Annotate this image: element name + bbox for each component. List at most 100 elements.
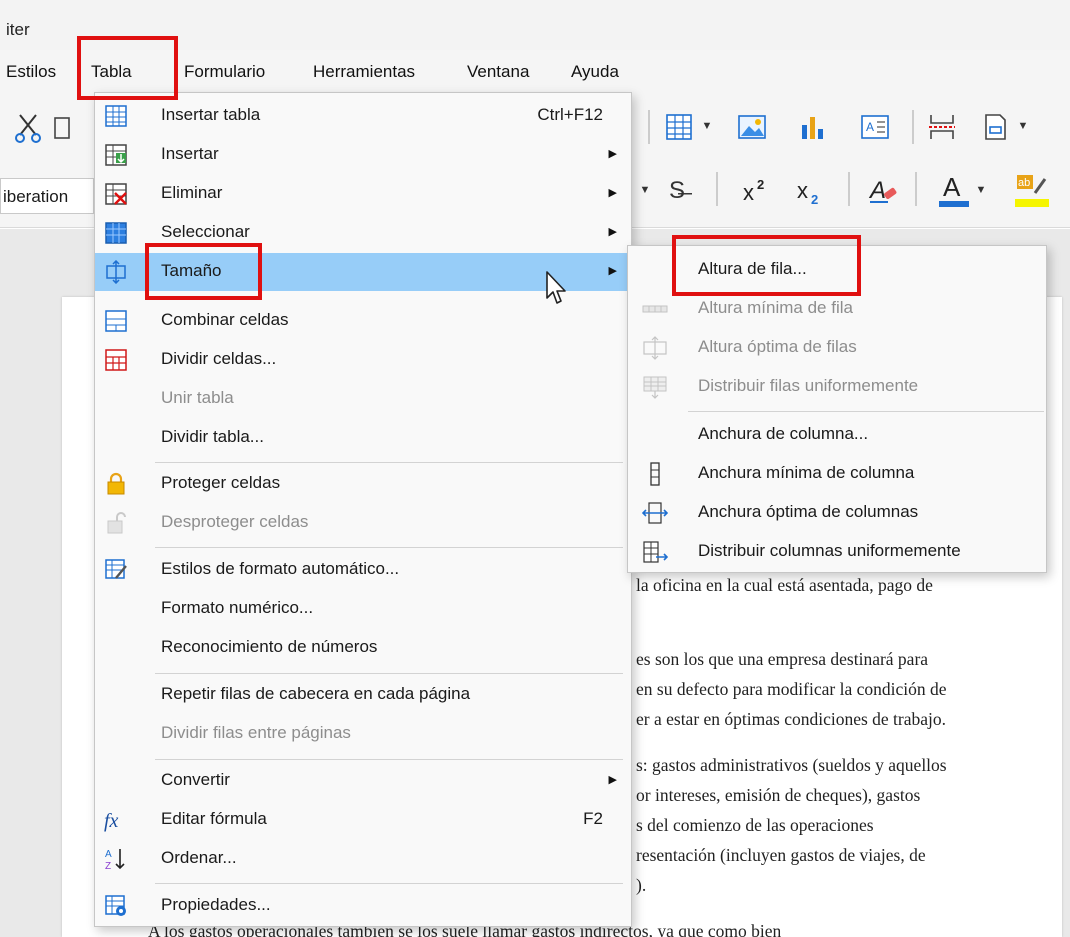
submenu-item-altura-optima-filas[interactable]: Altura óptima de filas xyxy=(628,329,1046,367)
table-properties-icon xyxy=(103,893,129,919)
title-bar: iter xyxy=(0,0,1070,50)
insert-textbox-icon[interactable]: A xyxy=(858,110,892,144)
svg-text:2: 2 xyxy=(757,177,764,192)
toolbar-separator xyxy=(716,172,718,206)
menu-item-proteger-celdas[interactable]: Proteger celdas xyxy=(95,465,631,503)
toolbar-separator xyxy=(912,110,914,144)
menu-separator xyxy=(155,673,623,674)
min-column-width-icon xyxy=(642,461,668,487)
submenu-arrow-icon: ▶ xyxy=(608,774,617,786)
lock-icon xyxy=(103,471,129,497)
insert-chart-icon[interactable] xyxy=(796,110,830,144)
menu-bar: Estilos Tabla Formulario Herramientas Ve… xyxy=(0,50,1070,98)
menu-item-seleccionar[interactable]: Seleccionar ▶ xyxy=(95,214,631,252)
chevron-down-icon[interactable]: ▼ xyxy=(1016,116,1030,136)
page-break-icon[interactable] xyxy=(925,110,959,144)
svg-text:x: x xyxy=(797,178,808,203)
menu-tabla[interactable]: Tabla xyxy=(91,62,132,82)
menu-ventana[interactable]: Ventana xyxy=(467,62,529,82)
menu-item-convertir[interactable]: Convertir ▶ xyxy=(95,762,631,800)
menu-item-editar-formula[interactable]: fx Editar fórmula F2 xyxy=(95,801,631,839)
insert-image-icon[interactable] xyxy=(735,110,769,144)
menu-item-desproteger-celdas[interactable]: Desproteger celdas xyxy=(95,504,631,542)
submenu-item-anchura-columna[interactable]: Anchura de columna... xyxy=(628,416,1046,454)
autoformat-icon xyxy=(103,557,129,583)
delete-table-icon xyxy=(103,181,129,207)
toolbar-separator xyxy=(915,172,917,206)
document-text-line: resentación (incluyen gastos de viajes, … xyxy=(636,845,926,865)
optimal-column-width-icon xyxy=(642,500,668,526)
document-text-line: or intereses, emisión de cheques), gasto… xyxy=(636,785,921,805)
svg-text:fx: fx xyxy=(104,810,119,832)
menu-separator xyxy=(688,411,1044,412)
menu-item-unir-tabla[interactable]: Unir tabla xyxy=(95,380,631,418)
subscript-icon[interactable]: x2 xyxy=(794,174,832,208)
submenu-item-altura-de-fila[interactable]: Altura de fila... xyxy=(628,251,1046,289)
menu-item-formato-numerico[interactable]: Formato numérico... xyxy=(95,590,631,628)
strikethrough-icon[interactable]: S̶ xyxy=(662,174,692,208)
menu-item-dividir-filas-paginas[interactable]: Dividir filas entre páginas xyxy=(95,715,631,753)
menu-item-repetir-filas-cabecera[interactable]: Repetir filas de cabecera en cada página xyxy=(95,676,631,714)
insert-table-toolbar-icon[interactable] xyxy=(662,110,696,144)
submenu-arrow-icon: ▶ xyxy=(608,265,617,277)
menu-item-dividir-celdas[interactable]: Dividir celdas... xyxy=(95,341,631,379)
document-text-line: s: gastos administrativos (sueldos y aqu… xyxy=(636,755,947,775)
resize-icon xyxy=(103,259,129,285)
submenu-arrow-icon: ▶ xyxy=(608,226,617,238)
svg-text:Z: Z xyxy=(105,861,111,872)
split-cells-icon xyxy=(103,347,129,373)
svg-text:A: A xyxy=(105,849,112,860)
svg-text:2: 2 xyxy=(811,192,818,206)
svg-text:ab: ab xyxy=(1018,177,1030,189)
document-text-line: er a estar en óptimas condiciones de tra… xyxy=(636,709,947,729)
svg-text:x: x xyxy=(743,180,754,205)
menu-item-eliminar[interactable]: Eliminar ▶ xyxy=(95,175,631,213)
menu-item-reconocimiento-numeros[interactable]: Reconocimiento de números xyxy=(95,629,631,667)
chevron-down-icon[interactable]: ▼ xyxy=(638,180,652,200)
submenu-item-anchura-minima-columna[interactable]: Anchura mínima de columna xyxy=(628,455,1046,493)
insert-rows-icon xyxy=(103,142,129,168)
menu-item-dividir-tabla[interactable]: Dividir tabla... xyxy=(95,419,631,457)
menu-item-estilos-formato-automatico[interactable]: Estilos de formato automático... xyxy=(95,551,631,589)
toolbar-separator xyxy=(848,172,850,206)
submenu-item-anchura-optima-columnas[interactable]: Anchura óptima de columnas xyxy=(628,494,1046,532)
menu-item-ordenar[interactable]: AZ Ordenar... xyxy=(95,840,631,878)
submenu-arrow-icon: ▶ xyxy=(608,148,617,160)
superscript-icon[interactable]: x2 xyxy=(740,174,778,208)
unlock-icon xyxy=(103,510,129,536)
submenu-item-altura-minima-fila[interactable]: Altura mínima de fila xyxy=(628,290,1046,328)
submenu-item-distribuir-filas[interactable]: Distribuir filas uniformemente xyxy=(628,368,1046,406)
menu-separator xyxy=(155,547,623,548)
menu-formulario[interactable]: Formulario xyxy=(184,62,265,82)
highlight-color-icon[interactable]: ab xyxy=(1012,170,1052,210)
menu-item-insertar-tabla[interactable]: Insertar tabla Ctrl+F12 xyxy=(95,97,631,135)
document-text-line: ). xyxy=(636,875,647,895)
mouse-cursor-icon xyxy=(545,270,571,311)
min-row-height-icon xyxy=(642,296,668,322)
chevron-down-icon[interactable]: ▼ xyxy=(700,116,714,136)
menu-herramientas[interactable]: Herramientas xyxy=(313,62,415,82)
copy-icon[interactable] xyxy=(52,112,72,144)
font-color-icon[interactable]: A xyxy=(936,170,972,210)
sort-icon: AZ xyxy=(103,846,129,872)
menu-ayuda[interactable]: Ayuda xyxy=(571,62,619,82)
svg-text:A: A xyxy=(868,177,886,204)
formula-icon: fx xyxy=(103,807,129,833)
font-name-combobox[interactable]: iberation xyxy=(0,178,94,214)
cut-icon[interactable] xyxy=(12,110,44,146)
document-text-line: es son los que una empresa destinará par… xyxy=(636,649,929,669)
toolbar-separator xyxy=(648,110,650,144)
insert-field-icon[interactable] xyxy=(978,110,1012,144)
submenu-arrow-icon: ▶ xyxy=(608,187,617,199)
menu-separator xyxy=(155,462,623,463)
menu-item-insertar[interactable]: Insertar ▶ xyxy=(95,136,631,174)
optimal-row-height-icon xyxy=(642,335,668,361)
tamano-submenu: Altura de fila... Altura mínima de fila … xyxy=(627,245,1047,573)
menu-item-propiedades[interactable]: Propiedades... xyxy=(95,887,631,925)
svg-text:A: A xyxy=(866,120,874,134)
clear-formatting-icon[interactable]: A xyxy=(866,172,902,208)
menu-separator xyxy=(155,759,623,760)
menu-estilos[interactable]: Estilos xyxy=(6,62,56,82)
submenu-item-distribuir-columnas[interactable]: Distribuir columnas uniformemente xyxy=(628,533,1046,571)
chevron-down-icon[interactable]: ▼ xyxy=(974,180,988,200)
